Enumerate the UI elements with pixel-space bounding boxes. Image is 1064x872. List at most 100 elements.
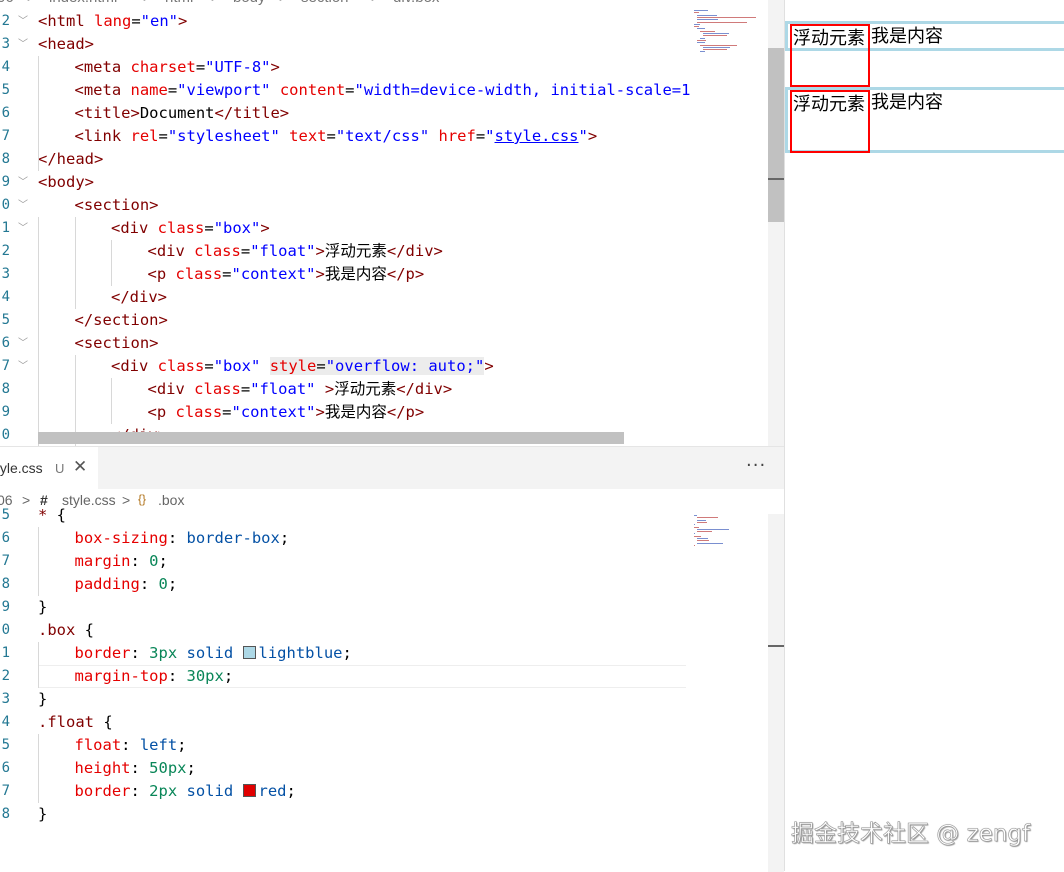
breadcrumb-segment: > (279, 0, 288, 6)
code-token: "text/css" (335, 127, 439, 145)
breadcrumb-segment[interactable]: .box (158, 492, 184, 508)
code-line[interactable]: <head> (38, 33, 94, 56)
code-line[interactable]: <section> (75, 194, 159, 217)
css-minimap[interactable] (694, 515, 768, 575)
line-number: 3 (1, 691, 10, 707)
code-token: "viewport" (177, 81, 280, 99)
close-icon[interactable]: ✕ (73, 457, 87, 477)
code-token: > (315, 242, 325, 260)
preview-box-1: 浮动元素 我是内容 (785, 21, 1064, 87)
float-element: 浮动元素 (790, 24, 870, 87)
code-line[interactable]: <div class="box"> (111, 217, 270, 240)
code-token: > (260, 219, 270, 237)
breadcrumb-segment[interactable]: section (301, 0, 349, 6)
code-line[interactable]: <link rel="stylesheet" text="text/css" h… (75, 125, 598, 148)
fold-chevron-icon[interactable]: ﹀ (18, 332, 28, 355)
content-paragraph: 我是内容 (871, 26, 943, 47)
code-token: .float (38, 713, 104, 731)
code-token: ; (279, 529, 290, 547)
code-token: class (175, 403, 223, 421)
code-token: > (270, 58, 280, 76)
breadcrumb-segment[interactable]: index.html (49, 0, 117, 6)
minimap-line (694, 23, 701, 25)
breadcrumb-segment[interactable]: html (165, 0, 193, 6)
fold-chevron-icon[interactable]: ﹀ (18, 355, 28, 378)
code-line[interactable]: </head> (38, 148, 103, 171)
code-token: float (74, 736, 122, 754)
fold-chevron-icon[interactable]: ﹀ (18, 171, 28, 194)
code-line[interactable]: margin: 0; (75, 550, 168, 573)
code-line[interactable]: <section> (75, 332, 159, 355)
color-swatch[interactable] (242, 645, 256, 659)
code-token: left (139, 736, 178, 754)
code-token: = (326, 127, 336, 145)
code-token: : (167, 667, 187, 685)
minimap-line (697, 16, 757, 18)
code-line[interactable]: border: 3px solid lightblue; (75, 642, 352, 665)
symbol-class-icon[interactable]: {} (138, 492, 146, 506)
code-line[interactable]: </section> (75, 309, 168, 332)
code-line[interactable]: } (38, 688, 47, 711)
code-line[interactable]: padding: 0; (75, 573, 178, 596)
line-number: 2 (1, 13, 10, 29)
html-minimap[interactable] (694, 10, 768, 70)
breadcrumb-segment: > (143, 0, 152, 6)
fold-chevron-icon[interactable]: ﹀ (18, 10, 28, 33)
code-line[interactable]: } (38, 596, 47, 619)
html-vertical-scrollbar[interactable] (768, 0, 784, 446)
code-line[interactable]: <title>Document</title> (75, 102, 290, 125)
html-editor-pane[interactable]: 06>index.html>html>body>section>div.box … (0, 0, 784, 446)
breadcrumb-segment[interactable]: div.box (393, 0, 439, 6)
code-line[interactable]: <p class="context">我是内容</p> (148, 401, 425, 424)
code-line[interactable]: } (38, 803, 47, 826)
code-line[interactable]: border: 2px solid red; (75, 780, 296, 803)
code-line[interactable]: .float { (38, 711, 113, 734)
code-line[interactable]: .box { (38, 619, 94, 642)
breadcrumb-segment[interactable]: style.css (62, 492, 116, 508)
code-line[interactable]: box-sizing: border-box; (75, 527, 290, 550)
line-number: 5 (1, 507, 10, 523)
html-scroll-thumb[interactable] (768, 48, 784, 222)
css-vertical-scrollbar[interactable] (768, 514, 784, 872)
code-token: > (324, 380, 335, 398)
code-line[interactable]: float: left; (75, 734, 187, 757)
code-token: "box" (213, 357, 270, 375)
line-number: 2 (1, 668, 10, 684)
watermark: 掘金技术社区 @ zengf (791, 821, 1031, 848)
code-token: </p> (386, 403, 425, 421)
color-swatch[interactable] (242, 783, 256, 797)
minimap-line (697, 517, 718, 519)
code-token: </head> (38, 150, 104, 168)
code-line[interactable]: </div> (111, 286, 167, 309)
code-line[interactable]: <body> (38, 171, 94, 194)
code-line[interactable]: * { (38, 504, 66, 527)
fold-chevron-icon[interactable]: ﹀ (18, 194, 28, 217)
code-line[interactable]: <div class="box" style="overflow: auto;"… (111, 355, 494, 378)
code-line[interactable]: <div class="float">浮动元素</div> (148, 240, 443, 263)
fold-chevron-icon[interactable]: ﹀ (18, 217, 28, 240)
code-line[interactable]: <html lang="en"> (38, 10, 187, 33)
code-token: } (38, 598, 48, 616)
fold-chevron-icon[interactable]: ﹀ (18, 33, 28, 56)
code-token: : (130, 644, 150, 662)
line-number: 8 (1, 576, 10, 592)
css-tab-bar: tyle.css U ✕ ··· (0, 447, 784, 489)
css-editor-pane[interactable]: tyle.css U ✕ ··· 06>#style.css>{}.box 56… (0, 446, 784, 872)
code-line[interactable]: <p class="context">我是内容</p> (148, 263, 425, 286)
more-actions-icon[interactable]: ··· (746, 455, 766, 476)
code-line[interactable]: <meta charset="UTF-8"> (75, 56, 280, 79)
breadcrumb-segment[interactable]: 06 (0, 0, 14, 6)
minimap-line (697, 42, 706, 44)
code-line[interactable]: <div class="float" >浮动元素</div> (148, 378, 453, 401)
html-horizontal-scrollbar[interactable] (38, 432, 624, 444)
code-token: * (38, 506, 57, 524)
breadcrumb-segment: > (122, 492, 131, 508)
line-number: 7 (1, 783, 10, 799)
breadcrumb-segment[interactable]: body (233, 0, 266, 6)
code-token: <html (38, 12, 94, 30)
tab-style-css[interactable]: tyle.css U ✕ (0, 447, 98, 489)
code-line[interactable]: margin-top: 30px; (75, 665, 234, 688)
code-token: 浮动元素 (324, 242, 387, 260)
code-line[interactable]: height: 50px; (75, 757, 196, 780)
code-line[interactable]: <meta name="viewport" content="width=dev… (75, 79, 691, 102)
